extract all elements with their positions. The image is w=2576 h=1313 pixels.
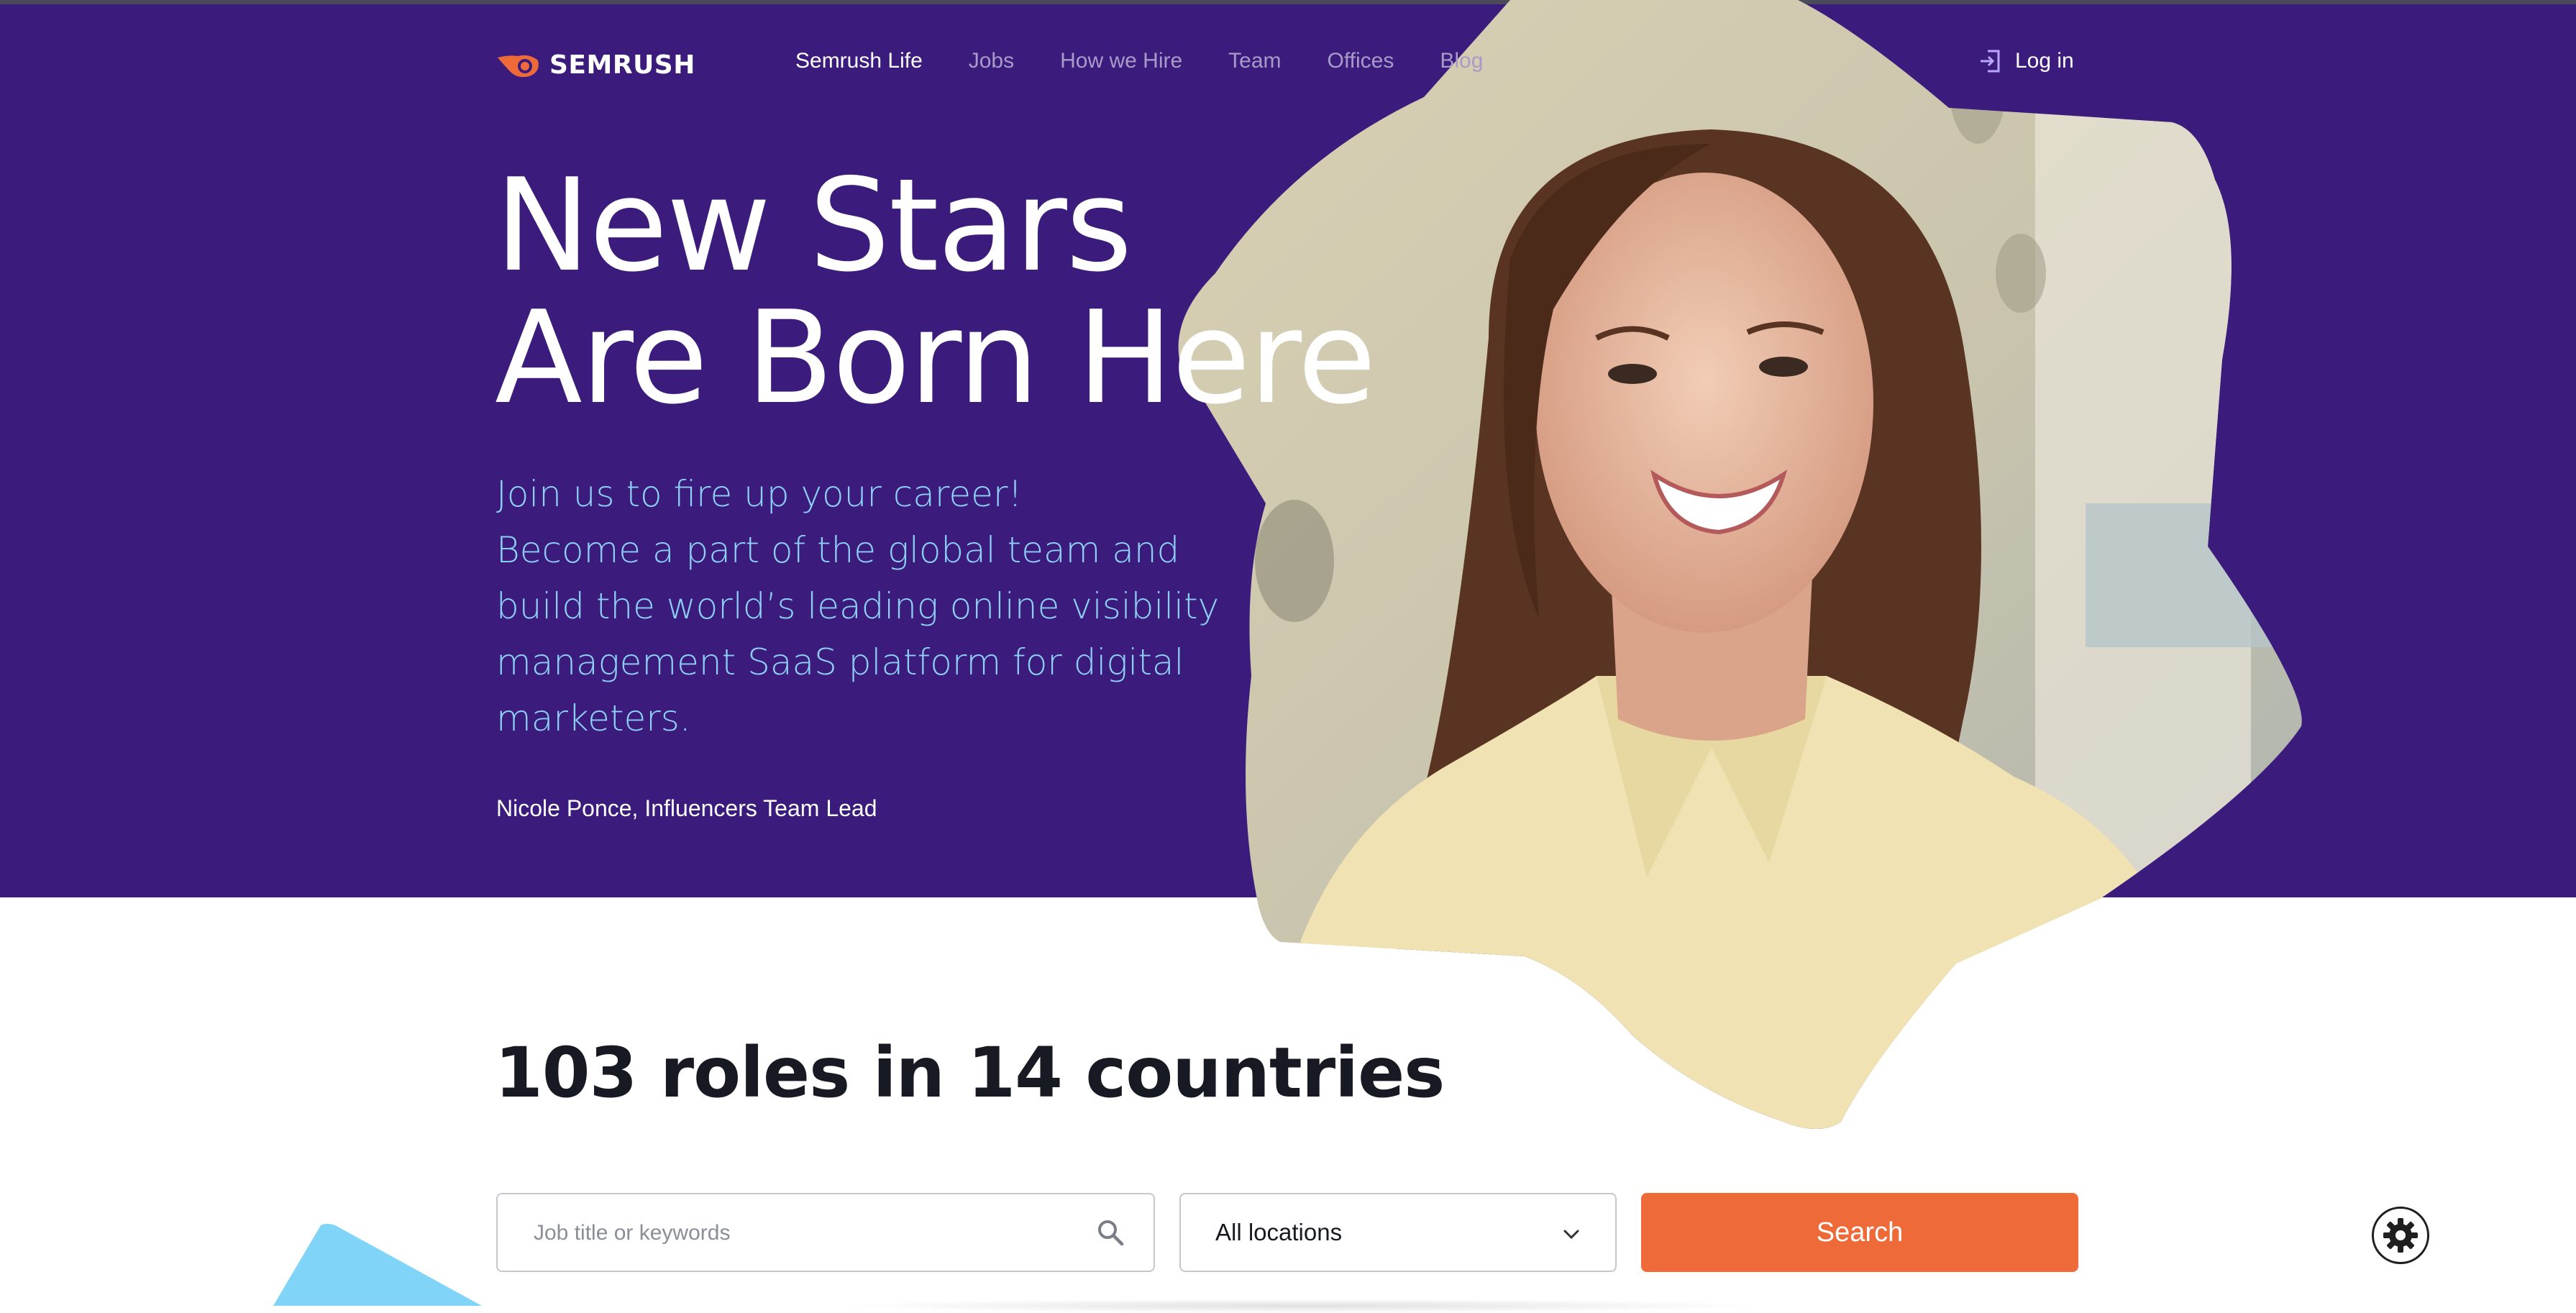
- sub-line-1: Join us to fire up your career!: [496, 473, 1023, 515]
- sub-line-2: Become a part of the global team and: [496, 529, 1180, 571]
- location-select[interactable]: All locations: [1179, 1193, 1617, 1272]
- sub-line-3: build the world’s leading online visibil…: [496, 585, 1220, 627]
- settings-widget[interactable]: [2372, 1207, 2429, 1264]
- gear-icon: [2383, 1218, 2418, 1253]
- sub-line-4: management SaaS platform for digital: [496, 641, 1184, 683]
- chevron-down-icon: [1563, 1230, 1579, 1240]
- search-icon[interactable]: [1096, 1218, 1125, 1247]
- sub-line-5: marketers.: [496, 697, 691, 739]
- headline-line-2: Are Born Here: [495, 283, 1376, 432]
- nav-item-semrush-life[interactable]: Semrush Life: [795, 49, 923, 73]
- location-selected-value: All locations: [1215, 1219, 1343, 1245]
- nav-item-offices[interactable]: Offices: [1328, 49, 1394, 73]
- semrush-logo[interactable]: SEMRUSH: [496, 50, 695, 80]
- nav-item-blog[interactable]: Blog: [1440, 49, 1483, 73]
- job-search-field[interactable]: [496, 1193, 1155, 1272]
- card-shadow: [834, 1299, 1769, 1313]
- login-label: Log in: [2015, 49, 2074, 73]
- login-icon: [1981, 50, 2000, 73]
- job-search-input[interactable]: [532, 1194, 1096, 1272]
- headline-line-1: New Stars: [495, 151, 1133, 300]
- roles-count-title: 103 roles in 14 countries: [495, 1033, 1445, 1113]
- hero-subtext: Join us to fire up your career! Become a…: [496, 466, 1230, 746]
- photo-caption: Nicole Ponce, Influencers Team Lead: [496, 795, 877, 821]
- login-link[interactable]: Log in: [1979, 49, 2074, 73]
- search-button[interactable]: Search: [1641, 1193, 2078, 1272]
- hero-headline: New Stars Are Born Here: [495, 151, 1376, 432]
- semrush-fireball-icon: [498, 55, 539, 78]
- nav-item-how-we-hire[interactable]: How we Hire: [1060, 49, 1182, 73]
- nav-item-jobs[interactable]: Jobs: [969, 49, 1014, 73]
- main-nav: Semrush Life Jobs How we Hire Team Offic…: [795, 49, 1483, 73]
- logo-wordmark: SEMRUSH: [549, 50, 695, 80]
- decorative-triangle: [273, 1224, 482, 1306]
- nav-item-team[interactable]: Team: [1228, 49, 1281, 73]
